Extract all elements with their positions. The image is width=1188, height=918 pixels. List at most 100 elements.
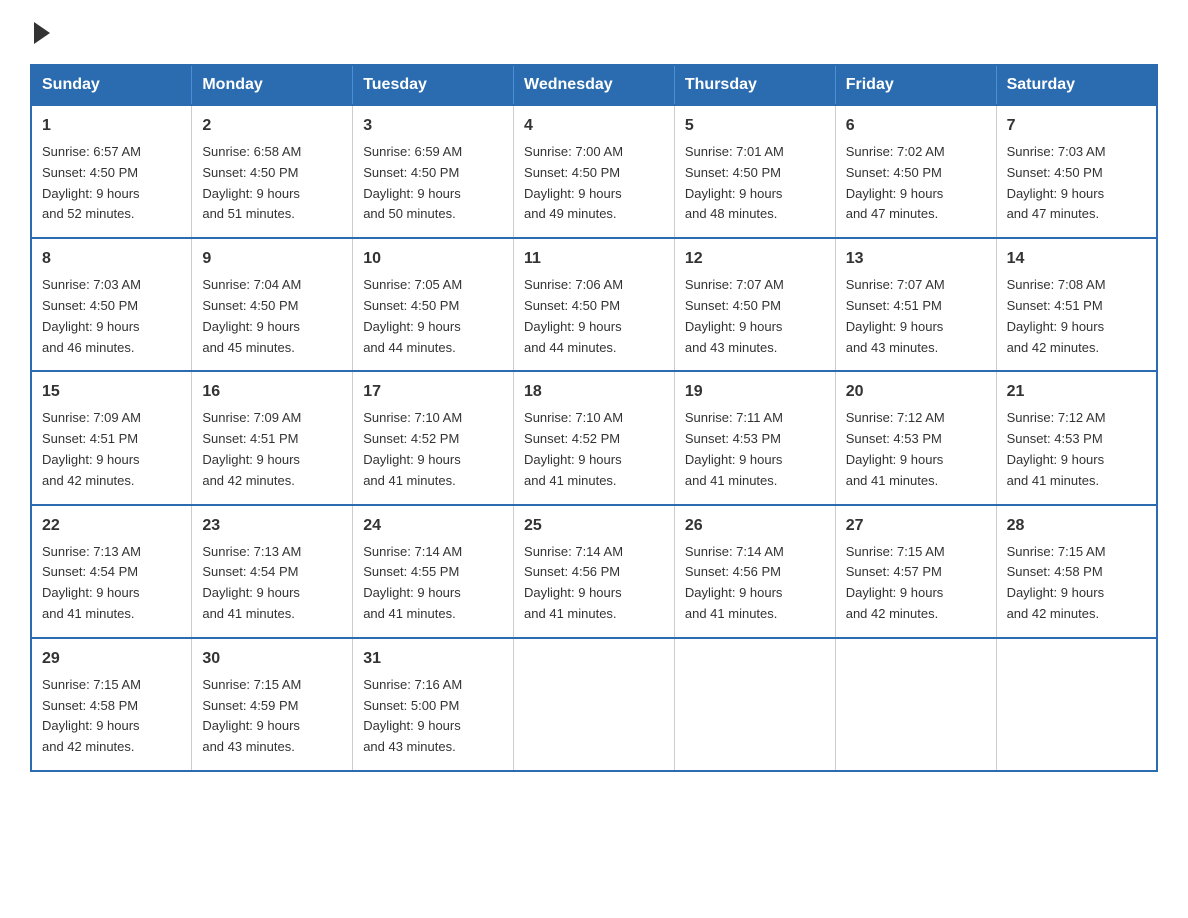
calendar-cell: 28Sunrise: 7:15 AMSunset: 4:58 PMDayligh… bbox=[996, 505, 1157, 638]
day-number: 14 bbox=[1007, 247, 1146, 271]
day-number: 5 bbox=[685, 114, 825, 138]
day-info: Sunrise: 7:09 AMSunset: 4:51 PMDaylight:… bbox=[42, 408, 181, 491]
day-info: Sunrise: 6:57 AMSunset: 4:50 PMDaylight:… bbox=[42, 142, 181, 225]
day-info: Sunrise: 7:14 AMSunset: 4:56 PMDaylight:… bbox=[685, 542, 825, 625]
day-number: 4 bbox=[524, 114, 664, 138]
calendar-cell: 20 Sunrise: 7:12 AMSunset: 4:53 PMDayligh… bbox=[835, 371, 996, 504]
calendar-cell: 24 Sunrise: 7:14 AMSunset: 4:55 PMDayligh… bbox=[353, 505, 514, 638]
day-number: 30 bbox=[202, 647, 342, 671]
calendar-cell: 4 Sunrise: 7:00 AMSunset: 4:50 PMDaylight… bbox=[514, 105, 675, 238]
calendar-cell: 11Sunrise: 7:06 AMSunset: 4:50 PMDayligh… bbox=[514, 238, 675, 371]
day-number: 2 bbox=[202, 114, 342, 138]
day-number: 29 bbox=[42, 647, 181, 671]
day-number: 13 bbox=[846, 247, 986, 271]
calendar-cell bbox=[514, 638, 675, 771]
calendar-cell: 27 Sunrise: 7:15 AMSunset: 4:57 PMDayligh… bbox=[835, 505, 996, 638]
day-info: Sunrise: 7:03 AMSunset: 4:50 PMDaylight:… bbox=[1007, 142, 1146, 225]
day-number: 22 bbox=[42, 514, 181, 538]
calendar-cell: 26 Sunrise: 7:14 AMSunset: 4:56 PMDayligh… bbox=[674, 505, 835, 638]
day-info: Sunrise: 7:15 AMSunset: 4:57 PMDaylight:… bbox=[846, 542, 986, 625]
day-number: 1 bbox=[42, 114, 181, 138]
day-number: 11 bbox=[524, 247, 664, 271]
week-row-1: 1 Sunrise: 6:57 AMSunset: 4:50 PMDaylight… bbox=[31, 105, 1157, 238]
logo bbox=[30, 20, 50, 44]
calendar-cell: 25 Sunrise: 7:14 AMSunset: 4:56 PMDayligh… bbox=[514, 505, 675, 638]
day-info: Sunrise: 7:03 AMSunset: 4:50 PMDaylight:… bbox=[42, 275, 181, 358]
day-number: 15 bbox=[42, 380, 181, 404]
day-info: Sunrise: 7:13 AMSunset: 4:54 PMDaylight:… bbox=[42, 542, 181, 625]
header-saturday: Saturday bbox=[996, 65, 1157, 105]
day-info: Sunrise: 6:59 AMSunset: 4:50 PMDaylight:… bbox=[363, 142, 503, 225]
day-info: Sunrise: 7:00 AMSunset: 4:50 PMDaylight:… bbox=[524, 142, 664, 225]
calendar-cell: 10 Sunrise: 7:05 AMSunset: 4:50 PMDayligh… bbox=[353, 238, 514, 371]
calendar-cell: 1 Sunrise: 6:57 AMSunset: 4:50 PMDaylight… bbox=[31, 105, 192, 238]
day-number: 21 bbox=[1007, 380, 1146, 404]
day-info: Sunrise: 7:15 AMSunset: 4:59 PMDaylight:… bbox=[202, 675, 342, 758]
day-number: 8 bbox=[42, 247, 181, 271]
week-row-2: 8 Sunrise: 7:03 AMSunset: 4:50 PMDaylight… bbox=[31, 238, 1157, 371]
day-info: Sunrise: 7:02 AMSunset: 4:50 PMDaylight:… bbox=[846, 142, 986, 225]
day-number: 28 bbox=[1007, 514, 1146, 538]
day-info: Sunrise: 7:11 AMSunset: 4:53 PMDaylight:… bbox=[685, 408, 825, 491]
day-number: 6 bbox=[846, 114, 986, 138]
day-info: Sunrise: 7:10 AMSunset: 4:52 PMDaylight:… bbox=[524, 408, 664, 491]
day-number: 17 bbox=[363, 380, 503, 404]
calendar-cell: 30 Sunrise: 7:15 AMSunset: 4:59 PMDayligh… bbox=[192, 638, 353, 771]
calendar-cell: 16Sunrise: 7:09 AMSunset: 4:51 PMDayligh… bbox=[192, 371, 353, 504]
calendar-cell: 3Sunrise: 6:59 AMSunset: 4:50 PMDaylight… bbox=[353, 105, 514, 238]
day-info: Sunrise: 7:01 AMSunset: 4:50 PMDaylight:… bbox=[685, 142, 825, 225]
calendar-cell: 12Sunrise: 7:07 AMSunset: 4:50 PMDayligh… bbox=[674, 238, 835, 371]
day-info: Sunrise: 7:16 AMSunset: 5:00 PMDaylight:… bbox=[363, 675, 503, 758]
day-info: Sunrise: 7:08 AMSunset: 4:51 PMDaylight:… bbox=[1007, 275, 1146, 358]
day-info: Sunrise: 7:10 AMSunset: 4:52 PMDaylight:… bbox=[363, 408, 503, 491]
calendar-cell: 18Sunrise: 7:10 AMSunset: 4:52 PMDayligh… bbox=[514, 371, 675, 504]
calendar-cell: 14 Sunrise: 7:08 AMSunset: 4:51 PMDayligh… bbox=[996, 238, 1157, 371]
day-number: 24 bbox=[363, 514, 503, 538]
week-row-5: 29 Sunrise: 7:15 AMSunset: 4:58 PMDayligh… bbox=[31, 638, 1157, 771]
calendar-cell: 5 Sunrise: 7:01 AMSunset: 4:50 PMDaylight… bbox=[674, 105, 835, 238]
day-number: 26 bbox=[685, 514, 825, 538]
day-number: 10 bbox=[363, 247, 503, 271]
day-info: Sunrise: 7:15 AMSunset: 4:58 PMDaylight:… bbox=[42, 675, 181, 758]
day-number: 23 bbox=[202, 514, 342, 538]
page-header bbox=[30, 20, 1158, 44]
day-number: 25 bbox=[524, 514, 664, 538]
calendar-cell: 7Sunrise: 7:03 AMSunset: 4:50 PMDaylight… bbox=[996, 105, 1157, 238]
header-wednesday: Wednesday bbox=[514, 65, 675, 105]
day-info: Sunrise: 7:12 AMSunset: 4:53 PMDaylight:… bbox=[846, 408, 986, 491]
week-row-3: 15 Sunrise: 7:09 AMSunset: 4:51 PMDayligh… bbox=[31, 371, 1157, 504]
day-number: 31 bbox=[363, 647, 503, 671]
week-row-4: 22 Sunrise: 7:13 AMSunset: 4:54 PMDayligh… bbox=[31, 505, 1157, 638]
day-info: Sunrise: 7:04 AMSunset: 4:50 PMDaylight:… bbox=[202, 275, 342, 358]
calendar-cell: 21 Sunrise: 7:12 AMSunset: 4:53 PMDayligh… bbox=[996, 371, 1157, 504]
day-info: Sunrise: 7:09 AMSunset: 4:51 PMDaylight:… bbox=[202, 408, 342, 491]
calendar-cell: 31 Sunrise: 7:16 AMSunset: 5:00 PMDayligh… bbox=[353, 638, 514, 771]
logo-arrow-icon bbox=[34, 22, 50, 44]
calendar-cell: 23 Sunrise: 7:13 AMSunset: 4:54 PMDayligh… bbox=[192, 505, 353, 638]
day-info: Sunrise: 7:13 AMSunset: 4:54 PMDaylight:… bbox=[202, 542, 342, 625]
day-number: 20 bbox=[846, 380, 986, 404]
day-info: Sunrise: 7:07 AMSunset: 4:51 PMDaylight:… bbox=[846, 275, 986, 358]
day-number: 19 bbox=[685, 380, 825, 404]
day-number: 27 bbox=[846, 514, 986, 538]
calendar-header-row: SundayMondayTuesdayWednesdayThursdayFrid… bbox=[31, 65, 1157, 105]
calendar-cell: 19 Sunrise: 7:11 AMSunset: 4:53 PMDayligh… bbox=[674, 371, 835, 504]
header-monday: Monday bbox=[192, 65, 353, 105]
calendar-cell: 6 Sunrise: 7:02 AMSunset: 4:50 PMDaylight… bbox=[835, 105, 996, 238]
calendar-cell: 2Sunrise: 6:58 AMSunset: 4:50 PMDaylight… bbox=[192, 105, 353, 238]
day-info: Sunrise: 7:14 AMSunset: 4:56 PMDaylight:… bbox=[524, 542, 664, 625]
calendar-cell: 8 Sunrise: 7:03 AMSunset: 4:50 PMDaylight… bbox=[31, 238, 192, 371]
day-info: Sunrise: 7:12 AMSunset: 4:53 PMDaylight:… bbox=[1007, 408, 1146, 491]
day-info: Sunrise: 7:14 AMSunset: 4:55 PMDaylight:… bbox=[363, 542, 503, 625]
calendar-cell: 22 Sunrise: 7:13 AMSunset: 4:54 PMDayligh… bbox=[31, 505, 192, 638]
calendar-cell bbox=[835, 638, 996, 771]
day-number: 9 bbox=[202, 247, 342, 271]
header-sunday: Sunday bbox=[31, 65, 192, 105]
calendar-cell: 9 Sunrise: 7:04 AMSunset: 4:50 PMDaylight… bbox=[192, 238, 353, 371]
day-info: Sunrise: 7:07 AMSunset: 4:50 PMDaylight:… bbox=[685, 275, 825, 358]
day-info: Sunrise: 7:05 AMSunset: 4:50 PMDaylight:… bbox=[363, 275, 503, 358]
header-thursday: Thursday bbox=[674, 65, 835, 105]
calendar-cell: 13 Sunrise: 7:07 AMSunset: 4:51 PMDayligh… bbox=[835, 238, 996, 371]
calendar-cell bbox=[996, 638, 1157, 771]
calendar-table: SundayMondayTuesdayWednesdayThursdayFrid… bbox=[30, 64, 1158, 772]
